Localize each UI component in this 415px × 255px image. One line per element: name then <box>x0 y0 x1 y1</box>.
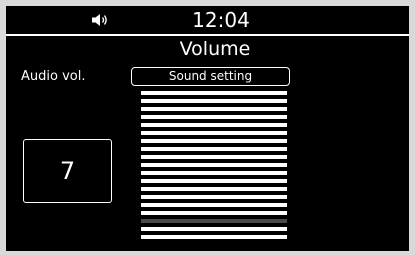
volume-level-bar <box>141 131 287 135</box>
volume-level-bar <box>141 179 287 183</box>
volume-level-bar <box>141 99 287 103</box>
volume-level-bar <box>141 211 287 215</box>
volume-level-meter[interactable] <box>141 91 287 246</box>
audio-vol-label: Audio vol. <box>21 69 86 84</box>
volume-value-box[interactable]: 7 <box>23 139 112 203</box>
screen-bezel: 12:04 Volume Audio vol. Sound setting 7 <box>0 0 415 255</box>
volume-level-bar <box>141 91 287 95</box>
volume-level-bar <box>141 139 287 143</box>
volume-level-bar <box>141 195 287 199</box>
page-title: Volume <box>179 38 251 60</box>
volume-level-bar <box>141 171 287 175</box>
volume-level-bar <box>141 115 287 119</box>
volume-value: 7 <box>59 157 76 185</box>
volume-level-bar <box>141 187 287 191</box>
volume-level-bar <box>141 163 287 167</box>
volume-level-bar <box>141 235 287 239</box>
sound-setting-button[interactable]: Sound setting <box>131 67 290 86</box>
volume-level-bar <box>141 219 287 223</box>
status-bar: 12:04 <box>6 6 409 34</box>
volume-level-bar <box>141 147 287 151</box>
volume-level-bar <box>141 203 287 207</box>
display-screen: 12:04 Volume Audio vol. Sound setting 7 <box>6 6 409 251</box>
volume-level-bar <box>141 227 287 231</box>
clock: 12:04 <box>192 8 250 32</box>
speaker-icon <box>92 14 107 26</box>
volume-level-bar <box>141 107 287 111</box>
volume-level-bar <box>141 123 287 127</box>
volume-level-bar <box>141 155 287 159</box>
